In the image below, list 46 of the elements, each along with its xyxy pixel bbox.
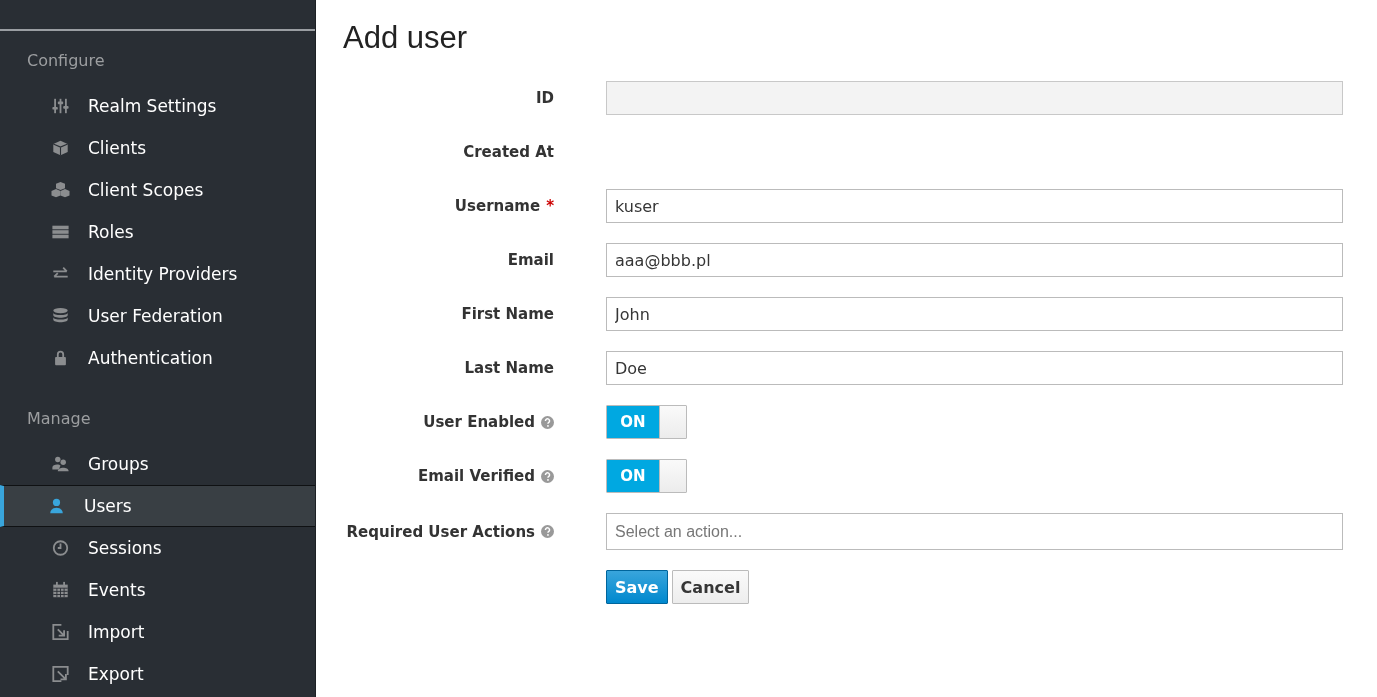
field-label: Email Verified <box>417 467 535 485</box>
cube-icon <box>51 139 70 157</box>
required-mark: * <box>546 197 554 215</box>
help-icon[interactable] <box>541 469 554 483</box>
clock-icon <box>51 539 70 557</box>
field-label: Username <box>454 197 541 215</box>
sidebar-item[interactable]: Export <box>0 653 315 695</box>
sidebar-item[interactable]: Clients <box>0 127 315 169</box>
cancel-button[interactable]: Cancel <box>671 570 750 604</box>
text-field[interactable]: John <box>606 297 1343 331</box>
sidebar-item[interactable]: Authentication <box>0 337 315 379</box>
select-field[interactable]: Select an action... <box>606 513 1343 550</box>
field-label: First Name <box>461 305 554 323</box>
list-icon <box>51 223 70 241</box>
sidebar-item[interactable]: User Federation <box>0 295 315 337</box>
sidebar-item[interactable]: Import <box>0 611 315 653</box>
sidebar-item[interactable]: Groups <box>0 443 315 485</box>
text-field[interactable]: Doe <box>606 351 1343 385</box>
text-field[interactable]: aaa@bbb.pl <box>606 243 1343 277</box>
user-icon <box>47 497 66 515</box>
cubes-icon <box>51 181 70 199</box>
field-label: ID <box>535 89 554 107</box>
field-label: Last Name <box>464 359 554 377</box>
sidebar-item[interactable]: Identity Providers <box>0 253 315 295</box>
field-label: User Enabled <box>423 413 535 431</box>
field-label: Created At <box>463 143 554 161</box>
sidebar-item[interactable]: Client Scopes <box>0 169 315 211</box>
section-heading: Manage <box>26 408 92 430</box>
section-heading: Configure <box>26 50 106 72</box>
sidebar-item[interactable]: Realm Settings <box>0 85 315 127</box>
text-field[interactable]: kuser <box>606 189 1343 223</box>
page-title: Add user <box>343 20 469 56</box>
calendar-icon <box>51 581 70 599</box>
sidebar-item[interactable]: Roles <box>0 211 315 253</box>
database-icon <box>51 307 70 325</box>
export-icon <box>51 665 70 683</box>
sidebar-item[interactable]: Sessions <box>0 527 315 569</box>
users-icon <box>51 455 70 473</box>
import-icon <box>51 623 70 641</box>
sidebar-item[interactable]: Events <box>0 569 315 611</box>
help-icon[interactable] <box>541 525 554 538</box>
field-label: Email <box>507 251 554 269</box>
help-icon[interactable] <box>541 415 554 429</box>
field-label: Required User Actions <box>346 522 535 541</box>
sidebar-item[interactable]: Users <box>0 485 315 527</box>
sliders-icon <box>51 97 70 115</box>
